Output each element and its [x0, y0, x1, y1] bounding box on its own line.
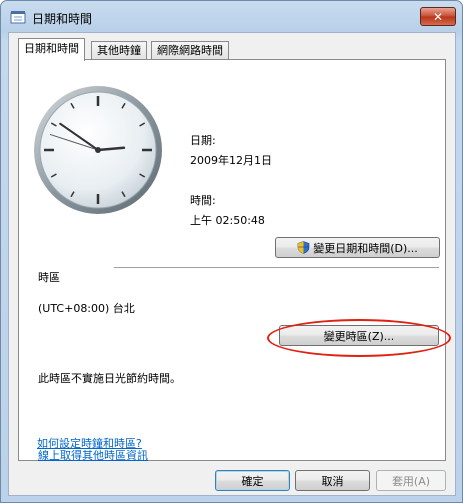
- section-divider: [114, 267, 439, 268]
- time-value: 上午 02:50:48: [190, 214, 265, 227]
- title-bar[interactable]: 日期和時間 ✕: [1, 1, 462, 33]
- timezone-value: (UTC+08:00) 台北: [38, 302, 135, 315]
- button-label: 確定: [241, 474, 264, 488]
- change-datetime-button[interactable]: 變更日期和時間(D)...: [275, 237, 440, 258]
- time-label: 時間:: [190, 194, 216, 207]
- button-label: 變更日期和時間(D)...: [313, 241, 418, 255]
- button-label: 取消: [321, 474, 344, 488]
- ok-button[interactable]: 確定: [215, 470, 290, 491]
- analog-clock-icon: [34, 86, 162, 214]
- tab-other-clocks[interactable]: 其他時鐘: [91, 41, 147, 60]
- tab-label: 日期和時間: [24, 42, 79, 55]
- tab-internet-time[interactable]: 網際網路時間: [151, 41, 229, 60]
- apply-button[interactable]: 套用(A): [376, 470, 446, 491]
- close-icon: ✕: [432, 9, 444, 24]
- dialog-client: 日期和時間 其他時鐘 網際網路時間 日期: 2009年12月1日 時間: 上午 …: [8, 32, 456, 496]
- shield-icon: [297, 241, 310, 254]
- dialog-window: 日期和時間 ✕ 日期和時間 其他時鐘 網際網路時間 日期: 2009年12月1日…: [0, 0, 463, 503]
- highlight-ellipse: [267, 319, 451, 357]
- date-label: 日期:: [190, 134, 216, 147]
- dst-note: 此時區不實施日光節約時間。: [38, 372, 181, 385]
- button-label: 套用(A): [391, 474, 431, 488]
- cancel-button[interactable]: 取消: [295, 470, 370, 491]
- date-value: 2009年12月1日: [190, 154, 272, 167]
- tab-date-time[interactable]: 日期和時間: [18, 38, 85, 61]
- how-to-set-clock-link[interactable]: 如何設定時鐘和時區?: [37, 435, 142, 451]
- timezone-heading: 時區: [38, 271, 60, 284]
- tab-label: 其他時鐘: [97, 44, 141, 57]
- tab-panel: 日期: 2009年12月1日 時間: 上午 02:50:48 變更日期和時間(D…: [18, 59, 451, 462]
- clock-calendar-icon: [10, 11, 26, 24]
- window-title: 日期和時間: [32, 12, 93, 26]
- close-button[interactable]: ✕: [420, 7, 456, 26]
- tab-label: 網際網路時間: [157, 44, 223, 57]
